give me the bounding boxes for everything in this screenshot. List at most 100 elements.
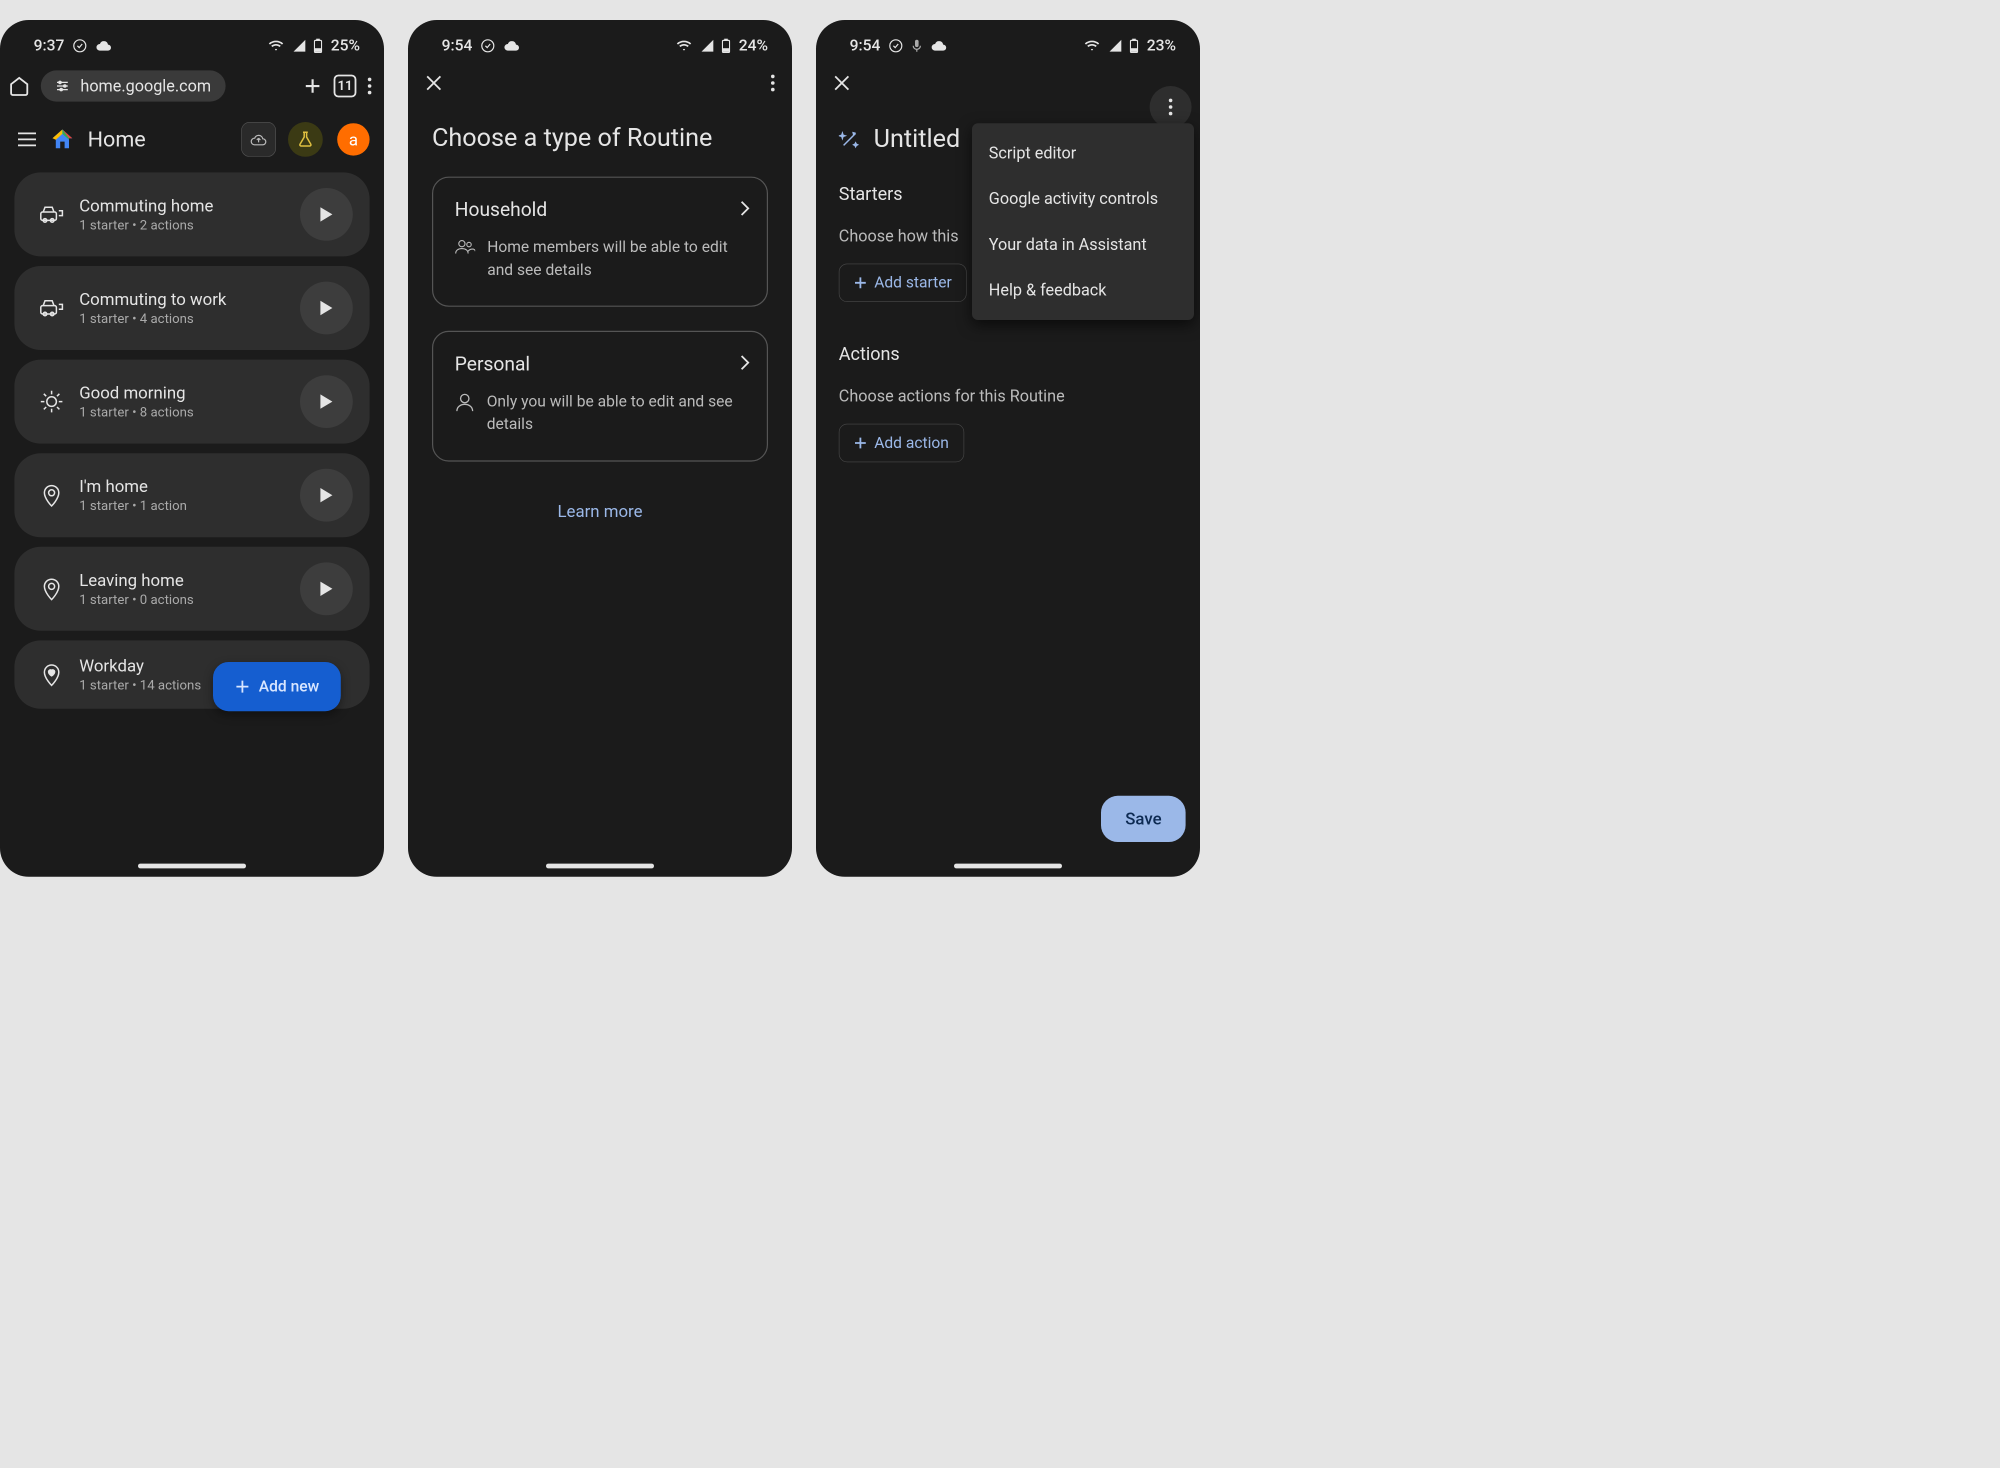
new-tab-icon[interactable]: [302, 76, 322, 96]
check-circle-icon: [889, 39, 903, 53]
cloud-icon: [504, 40, 521, 52]
person-icon: [455, 391, 475, 414]
routine-title: Good morning: [79, 383, 285, 403]
app-bar: Home a: [0, 112, 384, 168]
phone-choose-type: 9:54 24% Choose a type of Routine Househ…: [408, 20, 792, 877]
status-bar: 9:54 23%: [816, 20, 1200, 60]
cloud-upload-button[interactable]: [241, 122, 276, 157]
wand-icon: [839, 128, 861, 150]
overflow-icon[interactable]: [367, 77, 372, 95]
routine-card[interactable]: Commuting to work 1 starter • 4 actions: [14, 266, 369, 350]
type-card-personal[interactable]: Personal Only you will be able to edit a…: [432, 331, 768, 461]
play-button[interactable]: [300, 562, 353, 615]
car-icon: [40, 298, 64, 317]
type-card-desc: Only you will be able to edit and see de…: [487, 391, 745, 436]
pin-icon: [42, 577, 61, 601]
routine-title: Commuting to work: [79, 289, 285, 309]
battery-icon: [722, 39, 730, 53]
status-time: 9:54: [442, 37, 473, 55]
overflow-menu: Script editor Google activity controls Y…: [972, 123, 1194, 320]
modal-toolbar: [408, 60, 792, 107]
play-button[interactable]: [300, 188, 353, 241]
close-icon[interactable]: [425, 74, 443, 92]
home-icon[interactable]: [8, 75, 30, 97]
battery-icon: [314, 39, 322, 53]
plus-icon: [235, 679, 251, 695]
hamburger-icon[interactable]: [17, 132, 37, 148]
play-icon: [319, 300, 333, 317]
overflow-icon[interactable]: [770, 74, 775, 92]
play-icon: [319, 206, 333, 223]
check-circle-icon: [481, 39, 495, 53]
routine-card[interactable]: Commuting home 1 starter • 2 actions: [14, 172, 369, 256]
menu-item-script-editor[interactable]: Script editor: [972, 130, 1194, 176]
routine-title: Leaving home: [79, 570, 285, 590]
add-new-fab[interactable]: Add new: [213, 662, 341, 711]
routine-title: Commuting home: [79, 196, 285, 216]
menu-item-your-data[interactable]: Your data in Assistant: [972, 222, 1194, 268]
fab-label: Add new: [259, 678, 319, 696]
play-button[interactable]: [300, 282, 353, 335]
close-icon[interactable]: [833, 74, 851, 92]
routine-subtitle: 1 starter • 4 actions: [79, 312, 285, 327]
menu-item-help-feedback[interactable]: Help & feedback: [972, 267, 1194, 313]
pin-icon: [42, 483, 61, 507]
battery-pct: 24%: [739, 37, 768, 55]
url-bar[interactable]: home.google.com: [41, 70, 226, 101]
play-button[interactable]: [300, 469, 353, 522]
nav-handle[interactable]: [138, 864, 246, 869]
wifi-icon: [676, 40, 692, 52]
account-avatar[interactable]: a: [335, 121, 372, 158]
wifi-icon: [1084, 40, 1100, 52]
screen-title: Choose a type of Routine: [408, 106, 792, 176]
save-button[interactable]: Save: [1101, 796, 1185, 842]
learn-more-link[interactable]: Learn more: [408, 501, 792, 521]
cloud-up-icon: [250, 133, 268, 146]
status-bar: 9:37 25%: [0, 20, 384, 60]
routine-subtitle: 1 starter • 0 actions: [79, 592, 285, 607]
nav-handle[interactable]: [954, 864, 1062, 869]
phone-routines-list: 9:37 25% home.google.com 11 Home: [0, 20, 384, 877]
battery-pct: 25%: [331, 37, 360, 55]
heart-pin-icon: [42, 663, 61, 687]
signal-icon: [292, 40, 305, 52]
play-button[interactable]: [300, 375, 353, 428]
status-time: 9:54: [850, 37, 881, 55]
tune-icon: [55, 79, 69, 93]
flask-icon: [298, 131, 314, 148]
tab-switcher[interactable]: 11: [334, 75, 357, 98]
type-card-household[interactable]: Household Home members will be able to e…: [432, 177, 768, 307]
actions-heading: Actions: [839, 344, 1177, 365]
plus-icon: [854, 436, 867, 449]
sun-icon: [40, 390, 64, 414]
cloud-icon: [96, 40, 113, 52]
google-home-logo-icon: [49, 126, 75, 152]
play-icon: [319, 487, 333, 504]
play-icon: [319, 393, 333, 410]
routine-title: I'm home: [79, 477, 285, 497]
wifi-icon: [268, 40, 284, 52]
chevron-right-icon: [739, 354, 750, 372]
routine-card[interactable]: Leaving home 1 starter • 0 actions: [14, 547, 369, 631]
add-action-button[interactable]: Add action: [839, 424, 964, 462]
menu-item-activity-controls[interactable]: Google activity controls: [972, 176, 1194, 222]
labs-button[interactable]: [288, 122, 323, 157]
signal-icon: [700, 40, 713, 52]
routine-list: Commuting home 1 starter • 2 actions Com…: [0, 169, 384, 727]
overflow-button[interactable]: [1150, 86, 1192, 128]
app-title: Home: [88, 127, 230, 152]
actions-subtitle: Choose actions for this Routine: [839, 387, 1177, 406]
signal-icon: [1108, 40, 1121, 52]
routine-subtitle: 1 starter • 2 actions: [79, 218, 285, 233]
nav-handle[interactable]: [546, 864, 654, 869]
add-starter-button[interactable]: Add starter: [839, 264, 967, 302]
routine-name[interactable]: Untitled: [874, 124, 961, 153]
car-icon: [40, 205, 64, 224]
type-card-desc: Home members will be able to edit and se…: [487, 237, 745, 282]
routine-card[interactable]: I'm home 1 starter • 1 action: [14, 453, 369, 537]
status-time: 9:37: [34, 37, 65, 55]
routine-card[interactable]: Good morning 1 starter • 8 actions: [14, 360, 369, 444]
modal-toolbar: [816, 60, 1200, 107]
mic-off-icon: [912, 39, 923, 53]
battery-pct: 23%: [1147, 37, 1176, 55]
